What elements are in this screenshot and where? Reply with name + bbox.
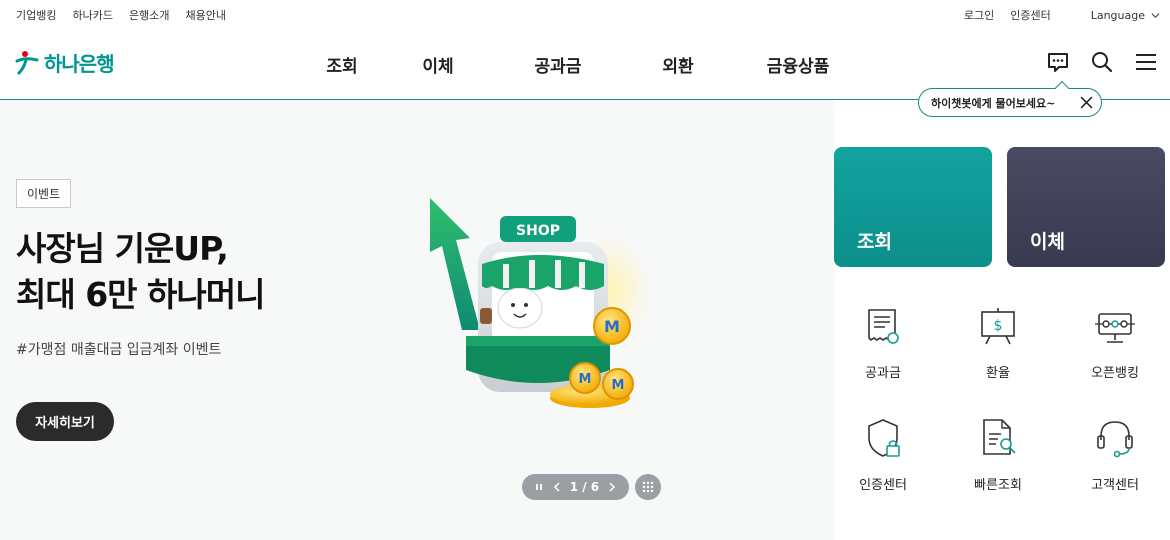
coin-letter-2: M	[579, 372, 592, 387]
pause-icon[interactable]	[534, 482, 544, 492]
nav-transfer[interactable]: 이체	[378, 52, 498, 77]
quick-item-customer-center[interactable]: 고객센터	[1060, 416, 1170, 493]
chevron-left-icon[interactable]	[552, 482, 562, 492]
language-selector[interactable]: Language	[1091, 9, 1160, 22]
quick-item-cert-center[interactable]: 인증센터	[828, 416, 938, 493]
quick-tile-transfer[interactable]: 이체	[1007, 147, 1165, 267]
menu-icon[interactable]	[1134, 50, 1158, 74]
chatbot-tooltip[interactable]: 하이챗봇에게 물어보세요~	[918, 88, 1102, 117]
headset-icon	[1097, 421, 1133, 458]
shop-illustration: SHOP M M M	[430, 198, 650, 408]
coin-letter-3: M	[612, 378, 625, 393]
quick-item-exchange-rate[interactable]: $ 환율	[943, 304, 1053, 381]
header-icons	[1046, 50, 1158, 74]
quick-item-quick-inquiry[interactable]: 빠른조회	[943, 416, 1053, 493]
utility-links: 기업뱅킹 하나카드 은행소개 채용안내	[16, 7, 226, 23]
logo-text: 하나은행	[44, 52, 115, 76]
quick-item-label: 오픈뱅킹	[1091, 366, 1139, 381]
hero-title-line1: 사장님 기운UP,	[16, 229, 229, 268]
nav-financial-products[interactable]: 금융상품	[738, 52, 858, 77]
hero-banner	[0, 100, 834, 540]
view-details-button[interactable]: 자세히보기	[16, 402, 114, 441]
util-link-bank-intro[interactable]: 은행소개	[129, 7, 169, 23]
quick-item-label: 공과금	[865, 366, 901, 381]
quick-tile-inquiry-label: 조회	[857, 231, 892, 253]
event-badge: 이벤트	[16, 179, 72, 208]
hero-title-line2: 최대 6만 하나머니	[16, 275, 265, 314]
quick-tile-inquiry[interactable]: 조회	[834, 147, 992, 267]
login-link[interactable]: 로그인	[964, 7, 994, 23]
quick-tile-transfer-label: 이체	[1030, 231, 1065, 253]
util-link-careers[interactable]: 채용안내	[185, 7, 225, 23]
search-icon[interactable]	[1090, 50, 1114, 74]
bill-icon	[868, 309, 899, 344]
shield-lock-icon	[868, 419, 900, 457]
language-label: Language	[1090, 8, 1145, 22]
cert-center-link[interactable]: 인증센터	[1010, 7, 1050, 23]
quick-item-utility-bills[interactable]: 공과금	[828, 304, 938, 381]
quick-item-open-banking[interactable]: 오픈뱅킹	[1060, 304, 1170, 381]
main-nav: 조회 이체 공과금 외환 금융상품	[306, 52, 858, 77]
chevron-down-icon	[1151, 12, 1160, 18]
chevron-right-icon[interactable]	[607, 482, 617, 492]
quick-item-label: 빠른조회	[974, 478, 1022, 493]
document-search-icon	[983, 419, 1016, 455]
open-banking-icon	[1095, 313, 1135, 343]
util-link-hana-card[interactable]: 하나카드	[72, 7, 112, 23]
hero-title: 사장님 기운UP, 최대 6만 하나머니	[16, 226, 265, 318]
svg-text:$: $	[994, 318, 1003, 334]
util-link-corporate-banking[interactable]: 기업뱅킹	[16, 7, 56, 23]
shop-sign-text: SHOP	[516, 223, 560, 239]
quick-item-label: 인증센터	[859, 478, 907, 493]
nav-inquiry[interactable]: 조회	[306, 52, 378, 77]
chatbot-tooltip-text: 하이챗봇에게 물어보세요~	[931, 96, 1056, 110]
nav-utility-bills[interactable]: 공과금	[498, 52, 618, 77]
hana-bank-home: 기업뱅킹 하나카드 은행소개 채용안내 로그인 인증센터 Language 하나…	[0, 0, 1170, 540]
coin-letter: M	[604, 317, 620, 336]
close-icon[interactable]	[1080, 96, 1093, 109]
hero-subtitle: #가맹점 매출대금 입금계좌 이벤트	[16, 342, 222, 358]
exchange-rate-board-icon: $	[981, 308, 1015, 345]
quick-item-label: 고객센터	[1091, 478, 1139, 493]
slide-pager: 1 / 6	[522, 474, 629, 500]
logo[interactable]: 하나은행	[14, 48, 115, 77]
chatbot-icon[interactable]	[1046, 50, 1070, 74]
nav-foreign-exchange[interactable]: 외환	[618, 52, 738, 77]
hana-logo-icon	[15, 50, 39, 74]
slide-counter: 1 / 6	[569, 480, 600, 494]
quick-item-label: 환율	[986, 366, 1010, 381]
grid-dots-icon	[642, 481, 654, 493]
view-all-slides-button[interactable]	[635, 474, 661, 500]
utility-right: 로그인 인증센터 Language	[964, 7, 1160, 23]
